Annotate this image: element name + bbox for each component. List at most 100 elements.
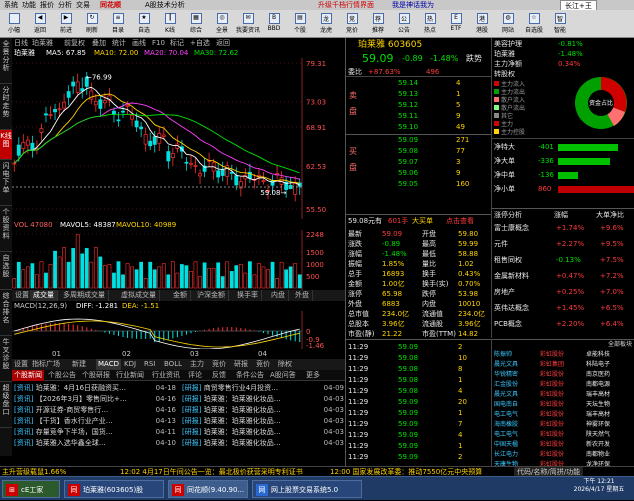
- sector-row[interactable]: 富士康概念 +1.74% +9.6%: [492, 222, 634, 234]
- news-item[interactable]: [资讯] 【2026年3月】零售同比+… 04-16: [14, 394, 176, 405]
- menu-quote[interactable]: 报价: [40, 0, 54, 10]
- sector-row[interactable]: 金属新材料 +0.47% +7.2%: [492, 270, 634, 282]
- stock-list-row[interactable]: 电工电气 彩虹股份 瑞丰高材: [492, 410, 634, 420]
- tab-super-book[interactable]: 超级盘口: [0, 382, 12, 428]
- tab-item[interactable]: 竞价: [210, 359, 228, 370]
- toolbar-smart[interactable]: 智智能: [548, 12, 572, 36]
- tab-item[interactable]: 指标广场: [30, 359, 62, 370]
- stock-list-row[interactable]: 晨光文具 彩虹集团 科陆电子: [492, 360, 634, 370]
- menu-system[interactable]: 系统: [4, 0, 18, 10]
- stats-button[interactable]: 统计: [112, 38, 126, 48]
- toolbar-hk[interactable]: 港港股: [470, 12, 494, 36]
- news-item[interactable]: [研报] 珀莱雅：珀莱雅化妆品… 04-03: [182, 394, 344, 405]
- tip-link[interactable]: 我是神话我为: [392, 0, 434, 10]
- toolbar-panorama[interactable]: ◎ 全景: [210, 12, 234, 36]
- tab-item[interactable]: 个股研报: [80, 370, 112, 381]
- tab-item[interactable]: 行业资讯: [150, 370, 182, 381]
- tab-item[interactable]: 换手率: [234, 290, 262, 301]
- tab-item[interactable]: 条件公告: [234, 370, 266, 381]
- stock-list-header[interactable]: 全部板块: [492, 340, 634, 350]
- toolbar-dragon[interactable]: 龙龙虎: [314, 12, 338, 36]
- stock-list-row[interactable]: 国电南自 彩虹股份 天坛生物: [492, 400, 634, 410]
- tab-item[interactable]: A股问答: [268, 370, 298, 381]
- news-item[interactable]: [资讯] 【干货】香水行业产业… 04-13: [14, 416, 176, 427]
- news-item[interactable]: [研报] 珀莱雅：珀莱雅化妆品… 04-03: [182, 405, 344, 416]
- stock-list-row[interactable]: 华锐精密 彩虹股份 南京医药: [492, 370, 634, 380]
- tab-item[interactable]: 金额: [170, 290, 191, 301]
- toolbar-small[interactable]: 小幅: [2, 12, 26, 36]
- tab-watchlist[interactable]: 自选股: [0, 252, 12, 290]
- tab-item[interactable]: 多周期成交量: [60, 290, 109, 301]
- menu-function[interactable]: 功能: [22, 0, 36, 10]
- stock-list-row[interactable]: 海南橡胶 彩虹股份 神雾环保: [492, 420, 634, 430]
- tab-item[interactable]: 个股公告: [46, 370, 78, 381]
- mark-button[interactable]: 标记: [170, 38, 184, 48]
- start-button[interactable]: ⊞ cE工家: [2, 480, 60, 498]
- menu-trade[interactable]: 交易: [76, 0, 90, 10]
- sector-row[interactable]: 元件 +2.27% +9.5%: [492, 238, 634, 250]
- tab-item[interactable]: 研报: [232, 359, 250, 370]
- period-label[interactable]: 日线: [14, 38, 28, 48]
- system-clock[interactable]: 下午 12:21 2026/4/17 星期五: [564, 477, 634, 501]
- tab-item[interactable]: 更多: [304, 370, 322, 381]
- sector-row[interactable]: 英伟达概念 +1.45% +6.5%: [492, 302, 634, 314]
- news-item[interactable]: [研报] 珀莱雅：珀莱雅化妆品… 04-03: [182, 427, 344, 438]
- tab-item[interactable]: 竞价: [254, 359, 272, 370]
- toolbar-recommend[interactable]: 荐推荐: [366, 12, 390, 36]
- task-ths-window[interactable]: 同同花顺(9.40.90...: [168, 480, 248, 498]
- buy-level[interactable]: 59.08 77: [346, 146, 491, 157]
- upgrade-link[interactable]: 升级千档行情界面: [318, 0, 374, 10]
- f10-button[interactable]: F10: [152, 38, 165, 48]
- toolbar-forward[interactable]: ▶ 前进: [54, 12, 78, 36]
- tab-panorama[interactable]: 全景分析: [0, 38, 12, 84]
- tab-item[interactable]: MACD: [96, 359, 121, 370]
- news-item[interactable]: [研报] 珀莱雅：珀莱雅化妆品… 04-03: [182, 438, 344, 449]
- tab-item[interactable]: 外盘: [292, 290, 313, 301]
- news-item[interactable]: [资讯] 珀莱雅：4月16日获融资买… 04-18: [14, 383, 176, 394]
- tab-item[interactable]: 主力: [188, 359, 206, 370]
- news-item[interactable]: [研报] 商贸零售行业4月投资… 04-09: [182, 383, 344, 394]
- tab-item[interactable]: 除权: [276, 359, 294, 370]
- add-watch-button[interactable]: +自选: [190, 38, 210, 48]
- stock-list-row[interactable]: 电工电气 彩虹股份 陕天然气: [492, 430, 634, 440]
- news-item[interactable]: [资讯] 珀莱雅入选华鑫全球… 04-10: [14, 438, 176, 449]
- tab-item[interactable]: 内盘: [268, 290, 289, 301]
- tab-item[interactable]: 行业新闻: [114, 370, 146, 381]
- news-item[interactable]: [研报] 珀莱雅：珀莱雅化妆品… 04-03: [182, 416, 344, 427]
- adjust-button[interactable]: 前复权: [64, 38, 85, 48]
- tab-item[interactable]: 个股新闻: [12, 370, 44, 381]
- tab-intraday[interactable]: 分时走势: [0, 84, 12, 130]
- task-trade-window[interactable]: 网网上股票交易系统5.0: [252, 480, 362, 498]
- tab-item[interactable]: 成交量: [30, 290, 58, 301]
- overlay-button[interactable]: 叠加: [92, 38, 106, 48]
- big-order-notice[interactable]: 59.08元有 601手 大买单 点击查看: [348, 216, 490, 226]
- toolbar-mystocks[interactable]: ☆ 自选股: [522, 12, 546, 36]
- sector-row[interactable]: 租售同权 -0.13% +7.5%: [492, 254, 634, 266]
- tab-item[interactable]: 反馈: [210, 370, 228, 381]
- tab-item[interactable]: 新建: [70, 359, 88, 370]
- kline-chart[interactable]: 79.31 73.03 68.91 62.53 55.50 ←76.99 59.08→: [12, 58, 345, 219]
- tab-kline[interactable]: K线图: [0, 130, 12, 160]
- toolbar-notice[interactable]: 公公告: [392, 12, 416, 36]
- stock-list-row[interactable]: 汇金股份 彩虹股份 南都电源: [492, 380, 634, 390]
- toolbar-hotspot[interactable]: 热热点: [418, 12, 442, 36]
- sector-row[interactable]: PCB概念 +2.20% +6.4%: [492, 318, 634, 330]
- net-flow-row[interactable]: 净小单 860: [494, 183, 634, 196]
- toolbar-watchlist[interactable]: ★ 自选: [132, 12, 156, 36]
- news-item[interactable]: [资讯] 开源证券-商贸零售行… 04-16: [14, 405, 176, 416]
- stock-list-row[interactable]: 陈振帅 彩虹股份 卓能科技: [492, 350, 634, 360]
- sell-level[interactable]: 59.12 5: [346, 100, 491, 111]
- tab-item[interactable]: 设置: [12, 359, 30, 370]
- stock-list-row[interactable]: 长江电力 彩虹股份 南都物业: [492, 450, 634, 460]
- toolbar-auction[interactable]: 竞竞价: [340, 12, 364, 36]
- fund-pie-chart[interactable]: 资金占比: [570, 72, 632, 134]
- sell-level[interactable]: 59.10 49: [346, 122, 491, 133]
- toolbar-catalog[interactable]: ≡ 目录: [106, 12, 130, 36]
- tab-item[interactable]: KDJ: [122, 359, 138, 370]
- sell-level[interactable]: 59.11 9: [346, 111, 491, 122]
- tab-item[interactable]: BOLL: [162, 359, 184, 370]
- task-stock-window[interactable]: 同珀莱雅(603605)股: [64, 480, 164, 498]
- tab-profile[interactable]: 个股资料: [0, 206, 12, 252]
- tab-ranking[interactable]: 综合排名: [0, 290, 12, 336]
- net-flow-row[interactable]: 净中单 -136: [494, 169, 634, 182]
